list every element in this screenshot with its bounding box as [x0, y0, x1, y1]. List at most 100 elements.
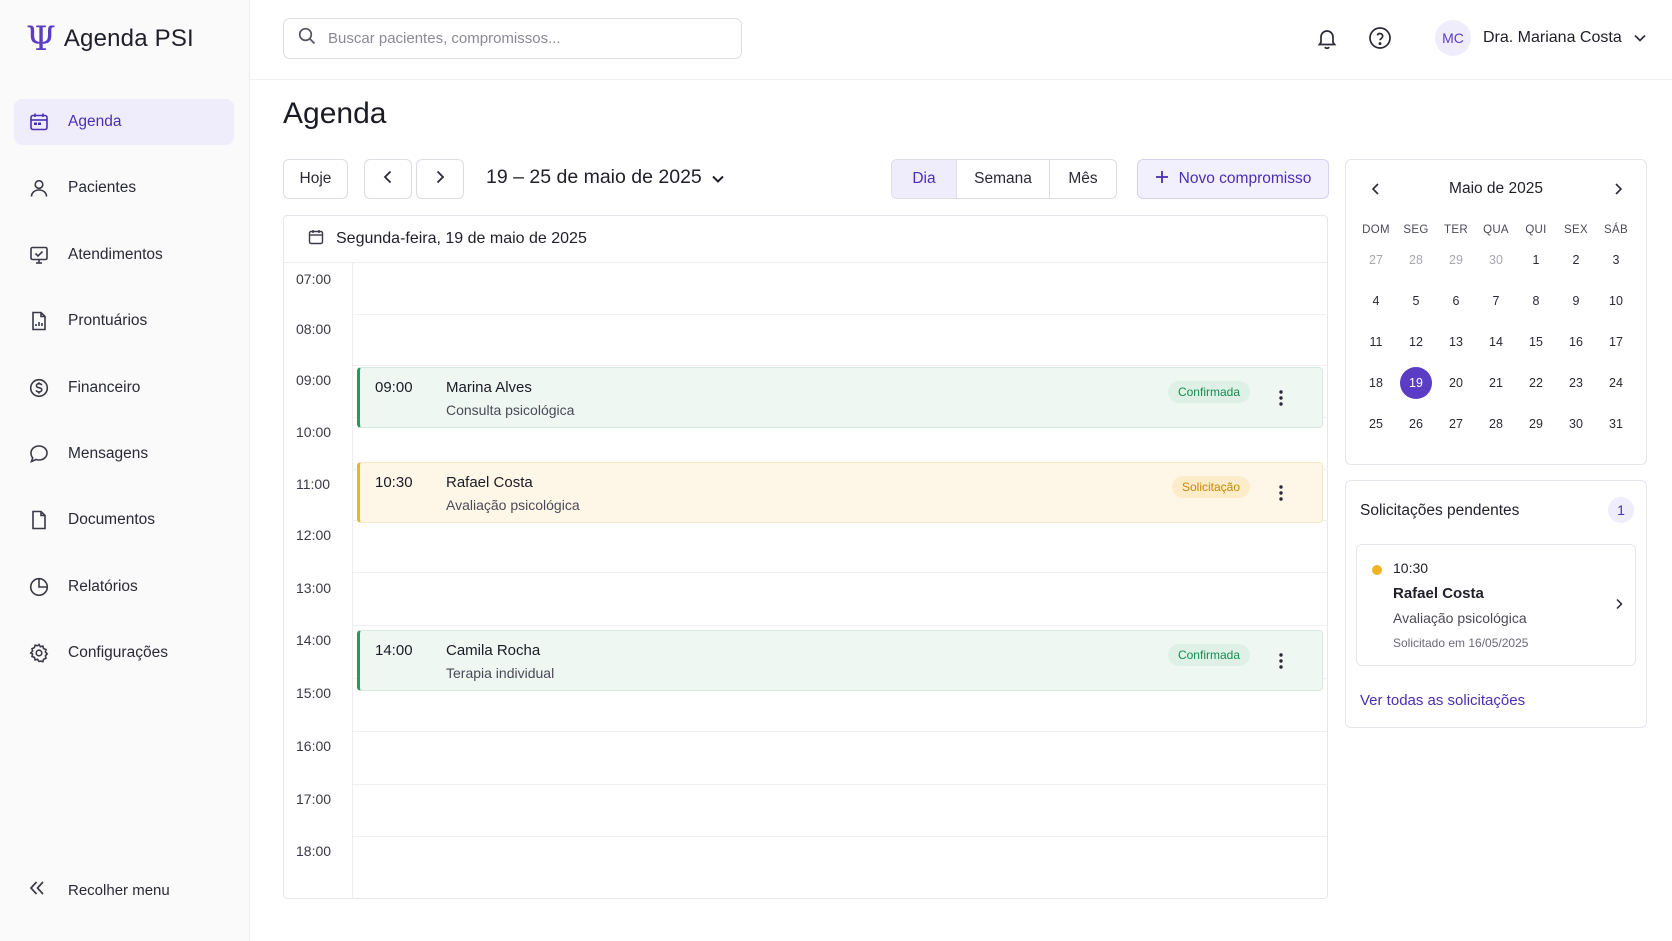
sidebar-item-documentos[interactable]: Documentos [14, 497, 234, 543]
sidebar-item-agenda[interactable]: Agenda [14, 99, 234, 145]
pending-request-card[interactable]: 10:30 Rafael Costa Avaliação psicológica… [1356, 544, 1636, 666]
calendar-day[interactable]: 8 [1520, 285, 1552, 317]
request-time: 10:30 [1393, 560, 1429, 576]
appointment-type: Avaliação psicológica [446, 497, 580, 513]
calendar-day[interactable]: 14 [1480, 326, 1512, 358]
calendar-day[interactable]: 30 [1560, 408, 1592, 440]
calendar-day[interactable]: 2 [1560, 244, 1592, 276]
sidebar-item-label: Mensagens [68, 444, 149, 462]
user-menu[interactable]: MC Dra. Mariana Costa [1435, 20, 1646, 56]
calendar-day[interactable]: 3 [1600, 244, 1632, 276]
app-window: Ψ Agenda PSI Agenda Pacientes Atendiment… [0, 0, 1672, 941]
appointment-type: Consulta psicológica [446, 402, 575, 418]
sidebar-item-prontuarios[interactable]: Prontuários [14, 298, 234, 344]
calendar-day[interactable]: 30 [1480, 244, 1512, 276]
sidebar-item-configuracoes[interactable]: Configurações [14, 630, 234, 676]
sidebar-item-label: Configurações [68, 644, 168, 662]
calendar-day[interactable]: 5 [1400, 285, 1432, 317]
calendar-day[interactable]: 7 [1480, 285, 1512, 317]
search-box[interactable] [283, 18, 742, 59]
request-type: Avaliação psicológica [1393, 610, 1527, 626]
next-week-button[interactable] [416, 159, 464, 199]
sidebar-item-pacientes[interactable]: Pacientes [14, 165, 234, 211]
appointment-card[interactable]: 10:30 Rafael Costa Avaliação psicológica… [357, 462, 1323, 523]
calendar-day[interactable]: 9 [1560, 285, 1592, 317]
sidebar-item-mensagens[interactable]: Mensagens [14, 431, 234, 477]
calendar-day[interactable]: 17 [1600, 326, 1632, 358]
hour-gridline [353, 625, 1328, 626]
hour-label: 13:00 [296, 580, 332, 596]
view-week-button[interactable]: Semana [957, 160, 1050, 198]
date-range-selector[interactable]: 19 – 25 de maio de 2025 [486, 166, 724, 189]
more-vertical-icon[interactable] [1278, 387, 1284, 409]
hour-label: 08:00 [296, 321, 332, 337]
calendar-icon [28, 111, 50, 133]
weekday-label: SÁB [1604, 224, 1628, 236]
calendar-day[interactable]: 11 [1360, 326, 1392, 358]
sidebar-item-atendimentos[interactable]: Atendimentos [14, 232, 234, 278]
calendar-day[interactable]: 6 [1440, 285, 1472, 317]
calendar-day[interactable]: 15 [1520, 326, 1552, 358]
user-name: Dra. Mariana Costa [1483, 29, 1622, 46]
sidebar-item-relatorios[interactable]: Relatórios [14, 564, 234, 610]
chevron-right-icon [435, 170, 445, 189]
sidebar-item-label: Relatórios [68, 577, 138, 595]
calendar-day[interactable]: 21 [1480, 367, 1512, 399]
today-button[interactable]: Hoje [283, 159, 348, 199]
weekday-label: QUI [1525, 224, 1547, 236]
calendar-day[interactable]: 18 [1360, 367, 1392, 399]
calendar-day[interactable]: 19 [1400, 367, 1432, 399]
sidebar-item-label: Pacientes [68, 179, 137, 197]
page-title: Agenda [283, 97, 387, 130]
sidebar-nav: Agenda Pacientes Atendimentos Prontuário… [14, 99, 234, 697]
view-day-button[interactable]: Dia [892, 160, 957, 198]
calendar-day[interactable]: 29 [1520, 408, 1552, 440]
bell-icon[interactable] [1315, 26, 1339, 50]
calendar-day[interactable]: 23 [1560, 367, 1592, 399]
appointment-patient: Camila Rocha [446, 642, 541, 659]
search-input[interactable] [328, 30, 708, 47]
avatar: MC [1435, 20, 1471, 56]
more-vertical-icon[interactable] [1278, 650, 1284, 672]
file-chart-icon [28, 310, 50, 332]
new-appointment-button[interactable]: Novo compromisso [1137, 159, 1329, 199]
status-badge: Confirmada [1167, 644, 1250, 666]
hour-label: 12:00 [296, 527, 332, 543]
plus-icon [1155, 170, 1169, 189]
calendar-day[interactable]: 10 [1600, 285, 1632, 317]
pending-requests-panel: Solicitações pendentes 1 10:30 Rafael Co… [1345, 480, 1647, 728]
calendar-day[interactable]: 26 [1400, 408, 1432, 440]
appointment-card[interactable]: 09:00 Marina Alves Consulta psicológica … [357, 367, 1323, 428]
sidebar-item-financeiro[interactable]: Financeiro [14, 365, 234, 411]
view-switcher: Dia Semana Mês [891, 159, 1117, 199]
prev-week-button[interactable] [364, 159, 412, 199]
appointment-time: 14:00 [375, 642, 413, 659]
calendar-day[interactable]: 25 [1360, 408, 1392, 440]
calendar-day[interactable]: 29 [1440, 244, 1472, 276]
calendar-day[interactable]: 27 [1440, 408, 1472, 440]
brand[interactable]: Ψ Agenda PSI [26, 22, 194, 56]
calendar-day[interactable]: 27 [1360, 244, 1392, 276]
calendar-day[interactable]: 13 [1440, 326, 1472, 358]
calendar-day[interactable]: 28 [1480, 408, 1512, 440]
calendar-day[interactable]: 4 [1360, 285, 1392, 317]
calendar-day[interactable]: 16 [1560, 326, 1592, 358]
calendar-day[interactable]: 24 [1600, 367, 1632, 399]
chevron-right-icon[interactable] [1608, 179, 1628, 199]
more-vertical-icon[interactable] [1278, 482, 1284, 504]
calendar-day[interactable]: 12 [1400, 326, 1432, 358]
calendar-day[interactable]: 28 [1400, 244, 1432, 276]
calendar-day[interactable]: 20 [1440, 367, 1472, 399]
view-all-requests-link[interactable]: Ver todas as solicitações [1360, 692, 1525, 709]
calendar-day[interactable]: 31 [1600, 408, 1632, 440]
view-month-button[interactable]: Mês [1050, 160, 1116, 198]
dollar-circle-icon [28, 377, 50, 399]
help-icon[interactable] [1368, 26, 1392, 50]
pie-chart-icon [28, 576, 50, 598]
collapse-menu-button[interactable]: Recolher menu [28, 880, 170, 901]
calendar-day[interactable]: 22 [1520, 367, 1552, 399]
appointment-card[interactable]: 14:00 Camila Rocha Terapia individual Co… [357, 630, 1323, 691]
sidebar-item-label: Agenda [68, 113, 122, 130]
calendar-day[interactable]: 1 [1520, 244, 1552, 276]
user-icon [28, 177, 50, 199]
